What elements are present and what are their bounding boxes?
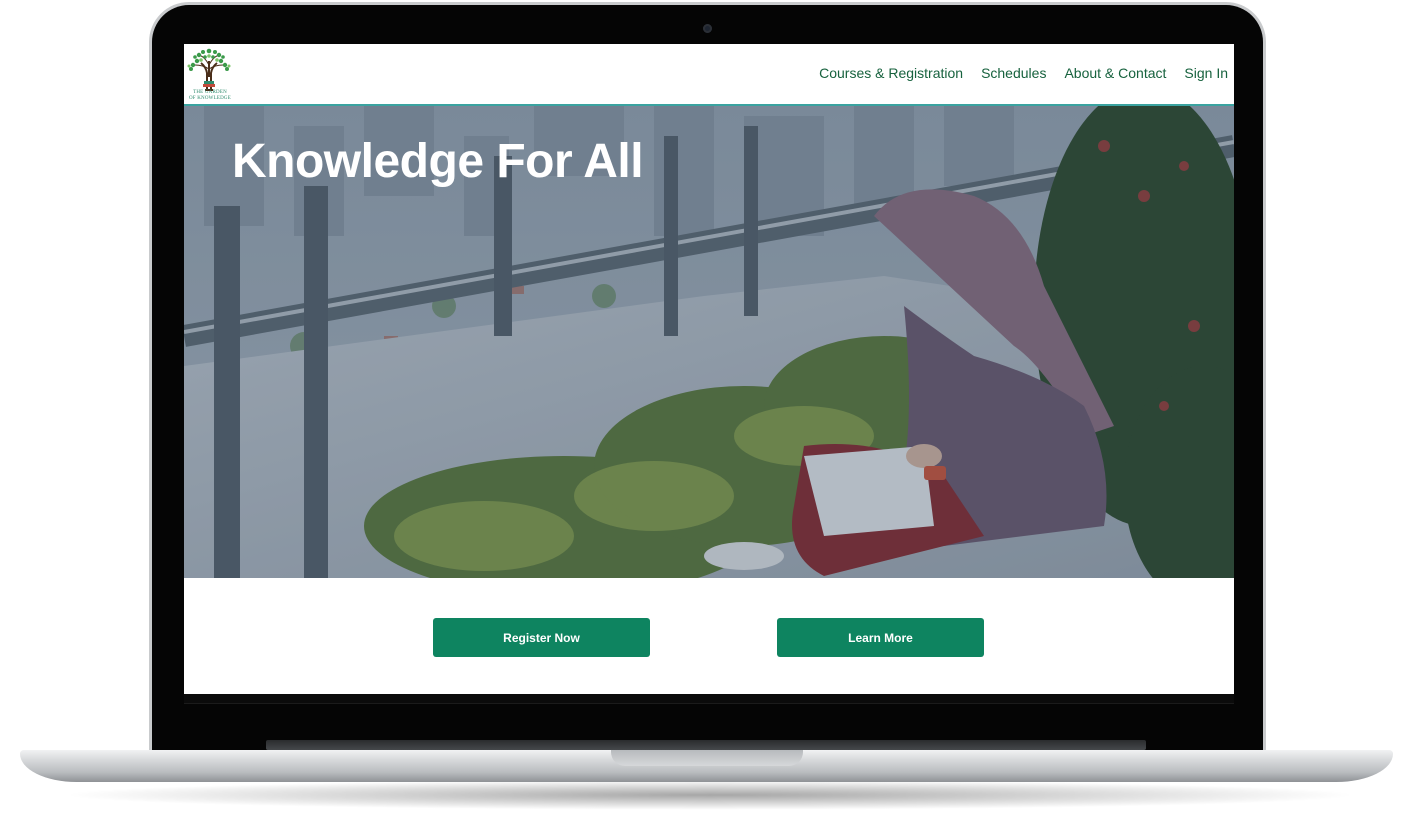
laptop-notch (611, 750, 803, 766)
register-now-button[interactable]: Register Now (433, 618, 650, 657)
learn-more-button[interactable]: Learn More (777, 618, 984, 657)
tree-icon (187, 48, 231, 91)
hero-section: Knowledge For All (184, 106, 1234, 578)
nav-courses-registration[interactable]: Courses & Registration (819, 65, 963, 81)
logo-caption: THE GARDEN OF KNOWLEDGE (185, 90, 235, 102)
hero-title: Knowledge For All (232, 135, 644, 188)
laptop-shadow (60, 780, 1360, 810)
laptop-mockup: THE GARDEN OF KNOWLEDGE Courses & Regist… (0, 0, 1414, 817)
main-nav: Courses & Registration Schedules About &… (819, 65, 1228, 81)
logo-caption-line2: OF KNOWLEDGE (189, 96, 231, 101)
nav-about-contact[interactable]: About & Contact (1064, 65, 1166, 81)
screen-bottom-bezel (184, 694, 1234, 704)
nav-sign-in[interactable]: Sign In (1184, 65, 1228, 81)
webcam-icon (703, 24, 712, 33)
site-header: THE GARDEN OF KNOWLEDGE Courses & Regist… (184, 44, 1234, 106)
website-viewport: THE GARDEN OF KNOWLEDGE Courses & Regist… (184, 44, 1234, 694)
nav-schedules[interactable]: Schedules (981, 65, 1046, 81)
laptop-hinge (266, 740, 1146, 750)
site-logo[interactable]: THE GARDEN OF KNOWLEDGE (185, 47, 233, 103)
